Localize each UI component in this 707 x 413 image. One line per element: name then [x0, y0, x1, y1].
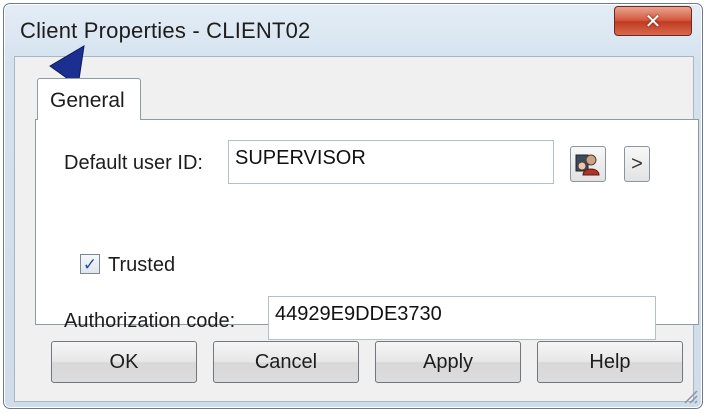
- client-properties-dialog: Client Properties - CLIENT02 ✕ General D…: [3, 3, 703, 409]
- authorization-code-label: Authorization code:: [64, 310, 236, 332]
- authorization-code-field[interactable]: 44929E9DDE3730: [268, 296, 656, 340]
- trusted-checkbox[interactable]: ✓: [80, 254, 100, 274]
- close-icon: ✕: [644, 10, 662, 33]
- ok-button[interactable]: OK: [51, 341, 197, 383]
- help-button[interactable]: Help: [537, 341, 683, 383]
- tab-general-label: General: [50, 89, 125, 112]
- title-bar[interactable]: Client Properties - CLIENT02 ✕: [4, 4, 702, 54]
- checkmark-icon: ✓: [82, 254, 98, 274]
- default-user-id-field[interactable]: SUPERVISOR: [228, 140, 554, 184]
- more-options-button[interactable]: >: [624, 146, 650, 182]
- resize-grip-icon[interactable]: [682, 388, 698, 404]
- tab-general[interactable]: General: [37, 78, 141, 120]
- dialog-body: General Default user ID: SUPERVISOR > ✓ …: [14, 56, 699, 402]
- window-title: Client Properties - CLIENT02: [20, 18, 311, 43]
- users-lookup-button[interactable]: [570, 146, 606, 182]
- default-user-id-label: Default user ID:: [64, 152, 203, 174]
- trusted-label: Trusted: [108, 254, 176, 276]
- close-button[interactable]: ✕: [614, 6, 692, 36]
- users-lookup-icon: [575, 154, 600, 176]
- apply-button[interactable]: Apply: [375, 341, 521, 383]
- general-panel: Default user ID: SUPERVISOR > ✓ Trusted …: [35, 119, 699, 340]
- cancel-button[interactable]: Cancel: [213, 341, 359, 383]
- chevron-right-icon: >: [631, 152, 643, 175]
